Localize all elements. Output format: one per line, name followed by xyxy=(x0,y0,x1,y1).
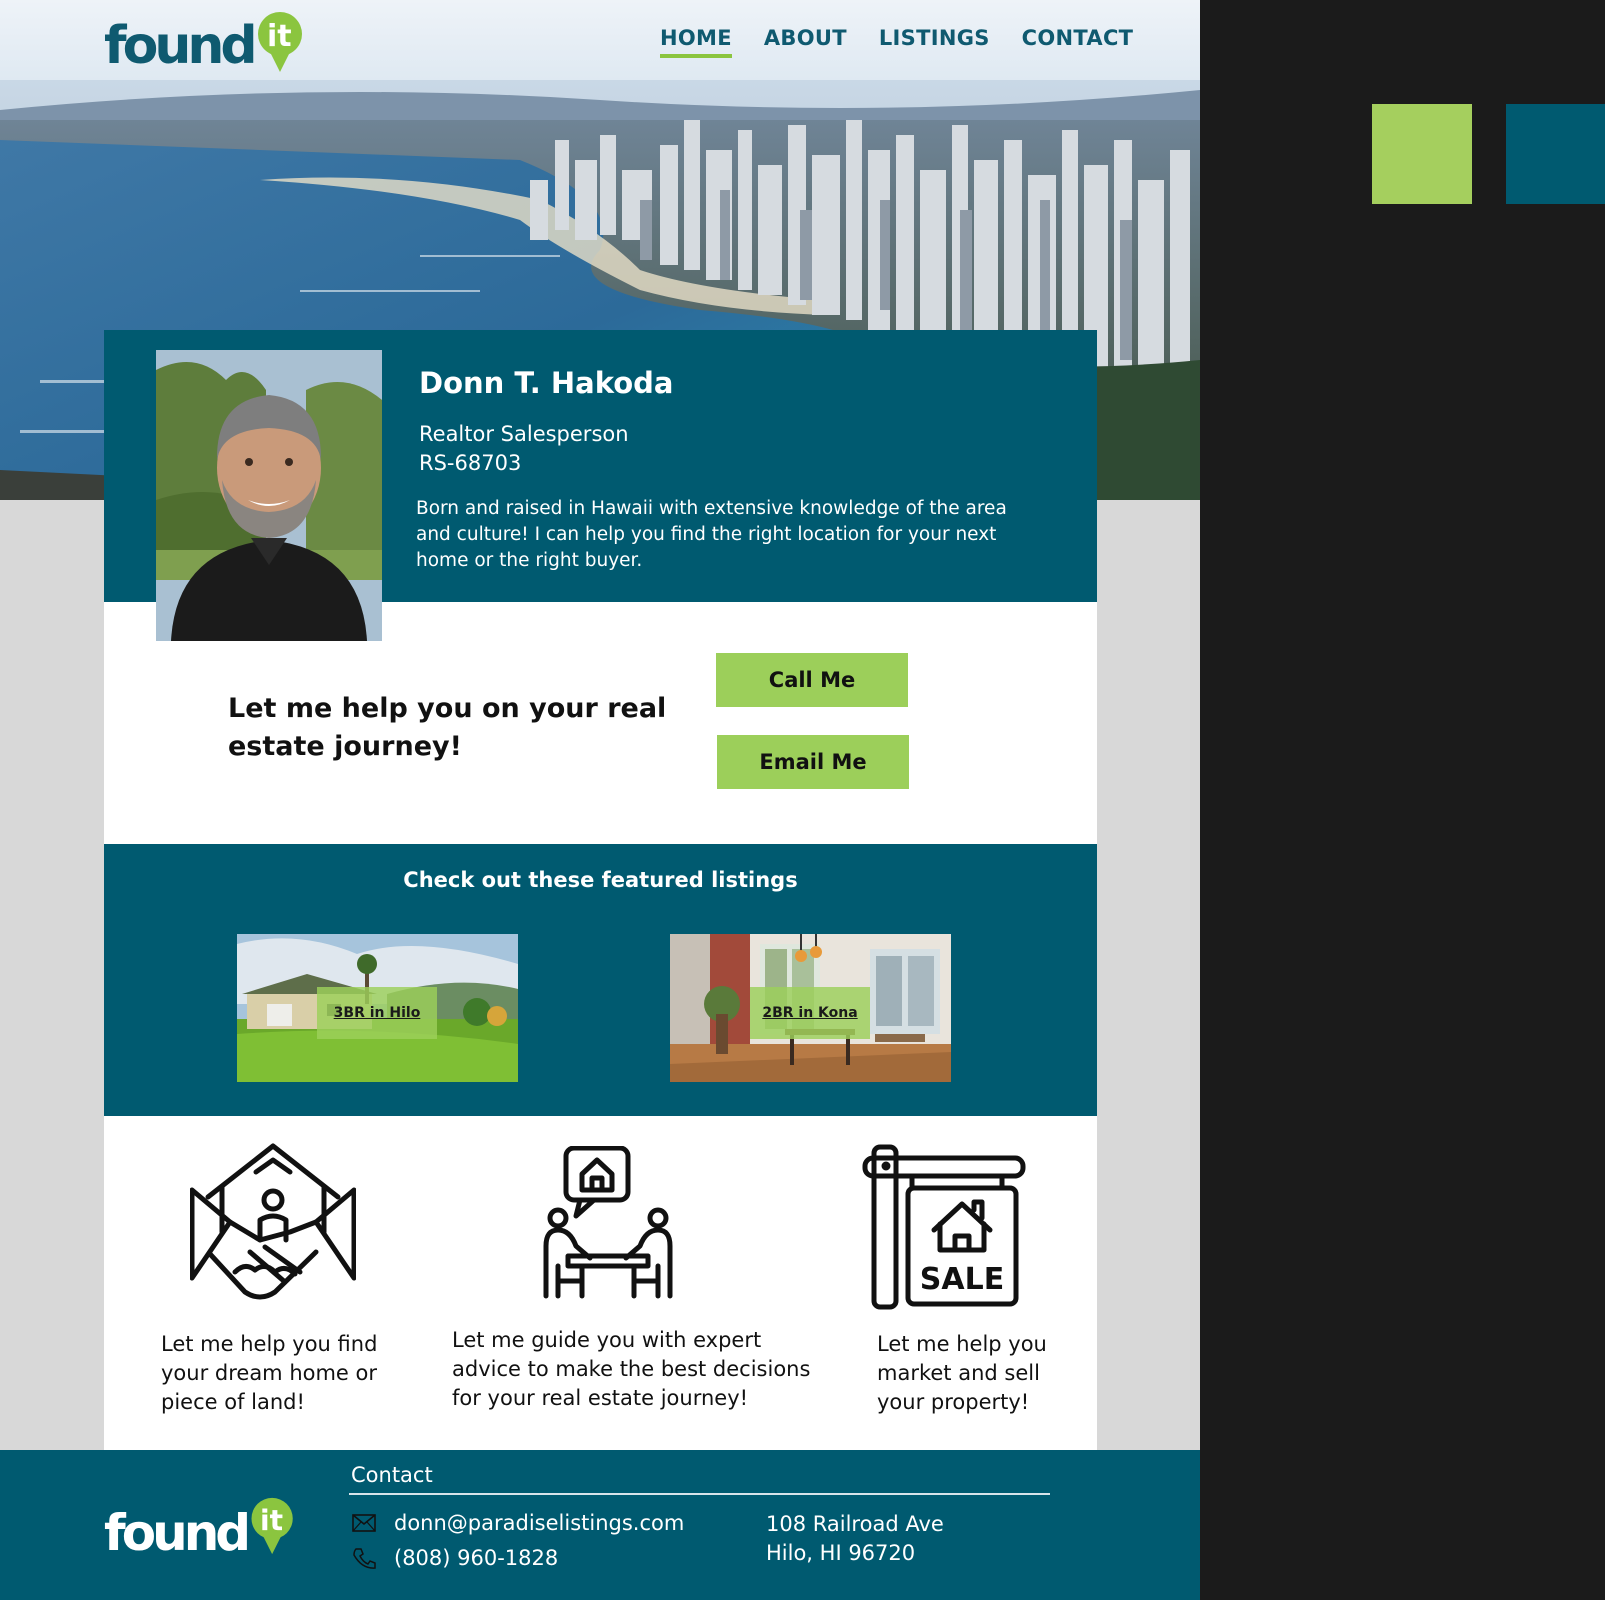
envelope-icon xyxy=(352,1514,376,1532)
featured-listings-title: Check out these featured listings xyxy=(403,868,798,892)
agent-title: Realtor Salesperson xyxy=(419,422,629,446)
sale-sign-icon: SALE xyxy=(862,1144,1026,1314)
footer-phone[interactable]: (808) 960-1828 xyxy=(394,1546,558,1570)
email-me-button[interactable]: Email Me xyxy=(717,735,909,789)
listing-label-kona[interactable]: 2BR in Kona xyxy=(750,987,870,1039)
agent-photo xyxy=(156,350,382,641)
footer-contact-heading: Contact xyxy=(351,1463,433,1487)
logo-pin-icon: it xyxy=(256,10,308,72)
footer-address-line1: 108 Railroad Ave xyxy=(766,1512,944,1536)
footer-logo[interactable]: found it xyxy=(104,1496,301,1558)
handshake-house-icon xyxy=(189,1142,357,1308)
green-square-swatch xyxy=(1372,104,1472,204)
footer-logo-pin-icon: it xyxy=(249,1496,301,1558)
nav-home[interactable]: HOME xyxy=(660,26,732,58)
nav-about[interactable]: ABOUT xyxy=(764,26,847,58)
agent-bio: Born and raised in Hawaii with extensive… xyxy=(416,498,1007,571)
agent-license: RS-68703 xyxy=(419,451,522,475)
agent-name: Donn T. Hakoda xyxy=(419,366,674,400)
listing-label-hilo[interactable]: 3BR in Hilo xyxy=(317,987,437,1039)
footer-email[interactable]: donn@paradiselistings.com xyxy=(394,1511,684,1535)
listing-card-kona[interactable]: 2BR in Kona xyxy=(670,934,951,1082)
call-me-button[interactable]: Call Me xyxy=(716,653,908,707)
footer-address-line2: Hilo, HI 96720 xyxy=(766,1541,916,1565)
footer-phone-row[interactable]: (808) 960-1828 xyxy=(352,1546,558,1570)
nav-listings[interactable]: LISTINGS xyxy=(879,26,990,58)
footer-divider xyxy=(349,1493,1050,1495)
service-text-sell-property: Let me help you market and sell your pro… xyxy=(877,1332,1047,1414)
website-canvas: found it HOME ABOUT LISTINGS CONTACT Don… xyxy=(0,0,1200,1600)
footer-email-row[interactable]: donn@paradiselistings.com xyxy=(352,1511,684,1535)
nav-contact[interactable]: CONTACT xyxy=(1022,26,1134,58)
site-logo[interactable]: found it xyxy=(104,10,308,72)
logo-wordmark: found xyxy=(104,16,258,76)
footer-logo-suffix: it xyxy=(260,1504,283,1537)
agent-title-block: Realtor Salesperson RS-68703 xyxy=(419,420,629,478)
logo-suffix: it xyxy=(267,19,292,54)
service-text-find-home: Let me help you find your dream home or … xyxy=(161,1332,378,1414)
sale-sign-text: SALE xyxy=(920,1262,1004,1297)
main-nav: HOME ABOUT LISTINGS CONTACT xyxy=(660,26,1133,58)
cta-headline: Let me help you on your real estate jour… xyxy=(228,693,667,762)
footer-address: 108 Railroad Ave Hilo, HI 96720 xyxy=(766,1510,944,1568)
site-header: found it HOME ABOUT LISTINGS CONTACT xyxy=(0,0,1200,80)
service-text-expert-advice: Let me guide you with expert advice to m… xyxy=(452,1328,811,1410)
footer-logo-wordmark: found xyxy=(104,1504,251,1562)
teal-square-swatch xyxy=(1506,104,1605,204)
phone-icon xyxy=(353,1548,376,1569)
consultation-icon xyxy=(538,1145,678,1312)
listing-card-hilo[interactable]: 3BR in Hilo xyxy=(237,934,518,1082)
